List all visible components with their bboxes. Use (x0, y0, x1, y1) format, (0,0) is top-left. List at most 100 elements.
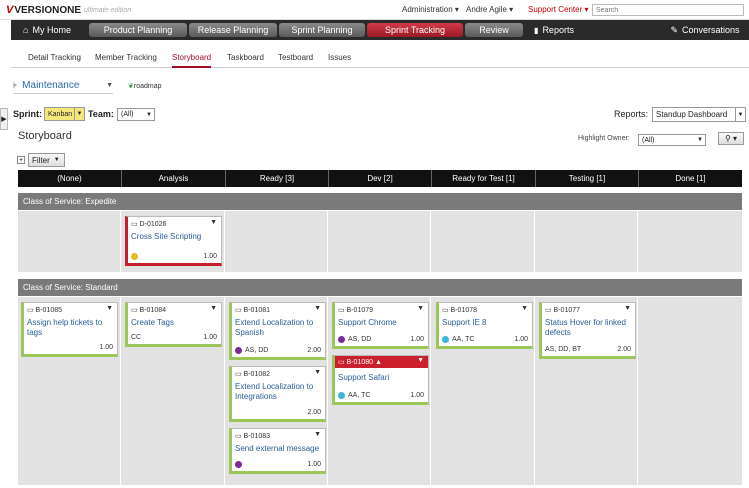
nav-reports[interactable]: ▮ Reports (529, 23, 579, 37)
nav-conversations[interactable]: ✎ Conversations (666, 23, 744, 37)
nav-reports-label: Reports (542, 25, 574, 35)
card-menu-icon[interactable]: ▼ (210, 305, 217, 312)
card-footer: 2.00 (235, 408, 321, 417)
swimlane-expedite-header: Class of Service: Expedite (18, 193, 742, 210)
card-footer: 1.00 (131, 252, 217, 261)
story-card[interactable]: ▭ B-01084 ▼ Create Tags CC 1.00 (125, 302, 222, 347)
card-id: ▭ D-01026 (131, 221, 167, 228)
reports-select[interactable]: Standup Dashboard ▼ (652, 107, 746, 122)
card-estimate: 1.00 (410, 336, 424, 343)
story-card[interactable]: ▭ B-01081 ▼ Extend Localization to Spani… (229, 302, 326, 360)
story-card[interactable]: ▭ B-01080 ▲ ▼ Support Safari AA, TC 1.00 (332, 355, 429, 405)
nav-release-planning[interactable]: Release Planning (189, 23, 277, 37)
blocked-card-header: ▭ B-01080 ▲ ▼ (335, 356, 428, 368)
card-title[interactable]: Extend Localization to Spanish (235, 318, 323, 338)
card-id: ▭ B-01077 (545, 307, 581, 314)
story-card[interactable]: ▭ B-01085 ▼ Assign help tickets to tags … (21, 302, 118, 357)
card-title[interactable]: Extend Localization to Integrations (235, 382, 323, 402)
roadmap-link[interactable]: ❦roadmap (128, 82, 162, 90)
card-id: ▭ B-01083 (235, 433, 271, 440)
card-menu-icon[interactable]: ▼ (314, 369, 321, 376)
card-id: ▭ B-01081 (235, 307, 271, 314)
tab-member-tracking[interactable]: Member Tracking (95, 53, 157, 62)
board-cell (225, 211, 328, 272)
filter-button[interactable]: Filter ▼ (28, 153, 65, 167)
sidebar-toggle[interactable]: ▶ (0, 108, 8, 130)
card-menu-icon[interactable]: ▼ (417, 357, 424, 364)
card-menu-icon[interactable]: ▼ (314, 431, 321, 438)
filter-button-label: Filter (32, 155, 50, 165)
chevron-down-icon: ▼ (146, 111, 152, 118)
owner-color-icon (235, 461, 242, 468)
tab-storyboard[interactable]: Storyboard (172, 53, 212, 68)
card-menu-icon[interactable]: ▼ (417, 305, 424, 312)
top-bar: V VERSIONONE ultimate edition Administra… (0, 0, 749, 20)
card-menu-icon[interactable]: ▼ (210, 219, 217, 226)
column-header-done: Done [1] (638, 170, 742, 187)
card-menu-icon[interactable]: ▼ (314, 305, 321, 312)
tab-taskboard[interactable]: Taskboard (227, 53, 264, 62)
roadmap-label: roadmap (133, 83, 162, 90)
nav-my-home[interactable]: ⌂ My Home (17, 23, 77, 37)
main-nav: ⌂ My Home Product Planning Release Plann… (11, 20, 749, 40)
card-title[interactable]: Send external message (235, 444, 323, 454)
story-card[interactable]: ▭ B-01083 ▼ Send external message 1.00 (229, 428, 326, 474)
card-title[interactable]: Cross Site Scripting (131, 232, 219, 242)
filter-expand-icon[interactable]: + (17, 156, 25, 164)
team-label: Team: (88, 109, 114, 119)
card-menu-icon[interactable]: ▼ (106, 305, 113, 312)
column-header-analysis: Analysis (121, 170, 225, 187)
card-menu-icon[interactable]: ▼ (521, 305, 528, 312)
logo[interactable]: V VERSIONONE ultimate edition (6, 3, 131, 17)
team-select[interactable]: (All) ▼ (117, 108, 155, 121)
story-card[interactable]: ▭ B-01077 ▼ Status Hover for linked defe… (539, 302, 636, 359)
highlight-owner-select[interactable]: (All) ▼ (638, 134, 706, 146)
board-header: (None) Analysis Ready [3] Dev [2] Ready … (18, 170, 742, 187)
card-title[interactable]: Assign help tickets to tags (27, 318, 115, 338)
tab-testboard[interactable]: Testboard (278, 53, 313, 62)
sprint-select[interactable]: Kanban ▼ (44, 107, 85, 121)
card-title[interactable]: Create Tags (131, 318, 219, 328)
user-menu[interactable]: Andre Agile ▾ (466, 5, 513, 14)
nav-product-planning[interactable]: Product Planning (89, 23, 187, 37)
story-card[interactable]: ▭ B-01079 ▼ Support Chrome AS, DD 1.00 (332, 302, 429, 349)
owner-color-icon (442, 336, 449, 343)
card-title[interactable]: Support Chrome (338, 318, 426, 328)
card-title[interactable]: Support Safari (338, 373, 426, 383)
highlight-owner-value: (All) (642, 136, 655, 144)
card-owners: AS, DD, BT (545, 346, 582, 353)
tab-issues[interactable]: Issues (328, 53, 351, 62)
chevron-down-icon: ▼ (697, 137, 703, 143)
project-selector[interactable]: ⊧ Maintenance ▼ (13, 77, 113, 94)
sub-tabs: Detail Tracking Member Tracking Storyboa… (11, 46, 749, 68)
nav-sprint-tracking[interactable]: Sprint Tracking (367, 23, 463, 37)
card-title[interactable]: Status Hover for linked defects (545, 318, 633, 338)
story-card[interactable]: ▭ D-01026 ▼ Cross Site Scripting 1.00 (125, 216, 222, 266)
card-footer: CC 1.00 (131, 333, 217, 342)
tab-detail-tracking[interactable]: Detail Tracking (28, 53, 81, 62)
card-menu-icon[interactable]: ▼ (624, 305, 631, 312)
nav-sprint-planning[interactable]: Sprint Planning (279, 23, 365, 37)
reports-select-value: Standup Dashboard (656, 110, 728, 119)
card-id: ▭ B-01085 (27, 307, 63, 314)
story-card[interactable]: ▭ B-01082 ▼ Extend Localization to Integ… (229, 366, 326, 422)
chevron-down-icon: ▼ (106, 81, 113, 89)
card-owners: AA, TC (348, 392, 371, 399)
search-input[interactable] (592, 4, 744, 16)
story-card[interactable]: ▭ B-01078 ▼ Support IE 8 AA, TC 1.00 (436, 302, 533, 349)
card-footer: AS, DD, BT 2.00 (545, 345, 631, 354)
logo-edition: ultimate edition (84, 6, 132, 14)
chevron-right-icon: ▶ (1, 116, 7, 123)
nav-review[interactable]: Review (465, 23, 523, 37)
reports-label: Reports: (614, 109, 649, 119)
nav-my-home-label: My Home (32, 25, 71, 35)
project-name: Maintenance (22, 79, 80, 91)
card-id: ▭ B-01082 (235, 371, 271, 378)
support-center-menu[interactable]: Support Center ▾ (528, 5, 589, 14)
card-estimate: 1.00 (307, 461, 321, 468)
board-cell (638, 211, 742, 272)
column-header-testing: Testing [1] (535, 170, 638, 187)
card-title[interactable]: Support IE 8 (442, 318, 530, 328)
administration-menu[interactable]: Administration ▾ (402, 5, 459, 14)
search-button[interactable]: ⚲ ▾ (718, 132, 744, 145)
